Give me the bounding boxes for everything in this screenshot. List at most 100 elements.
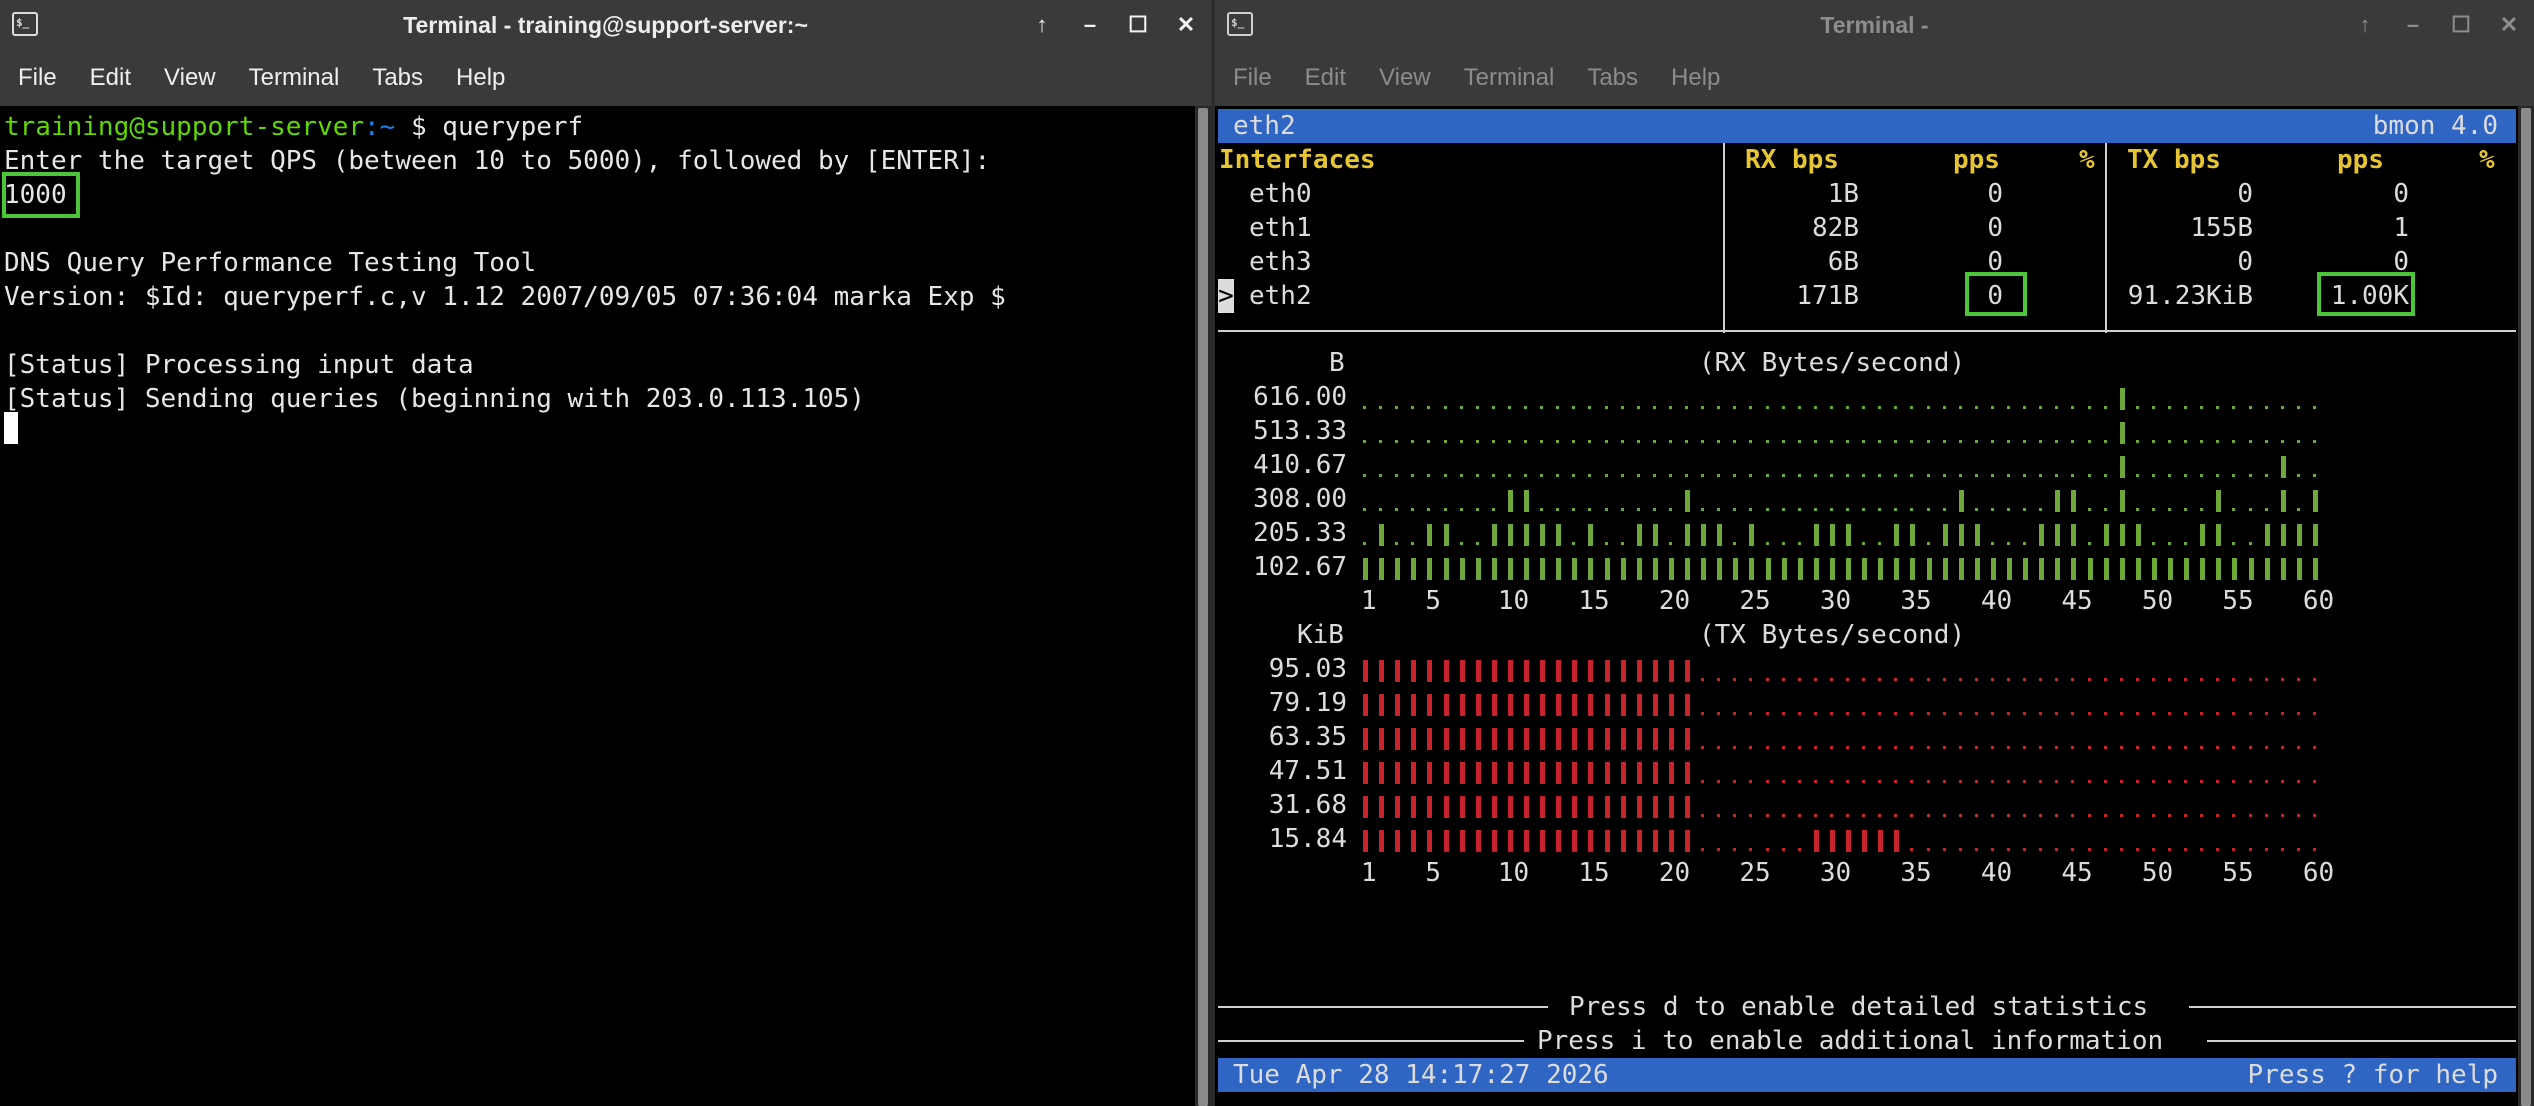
graph-x-label: 20 <box>1658 858 1691 888</box>
menu-terminal[interactable]: Terminal <box>1464 64 1555 92</box>
close-icon[interactable]: ✕ <box>2498 12 2520 37</box>
graph-cell <box>1411 474 1415 477</box>
graph-cell <box>1781 508 1785 511</box>
graph-cell <box>2168 474 2171 477</box>
graph-x-label: 5 <box>1425 586 1442 616</box>
graph-cell <box>1411 728 1417 750</box>
separator <box>1218 1040 1524 1042</box>
graph-cell <box>1910 508 1914 511</box>
terminal-window-right[interactable]: $_ Terminal - ↑ – ☐ ✕ File Edit View Ter… <box>1215 0 2534 1106</box>
graph-cell <box>1797 406 1801 409</box>
bmon-selected-interface: eth2 <box>1233 111 1296 141</box>
title-bar[interactable]: $_ Terminal - training@support-server:~ … <box>0 0 1211 50</box>
graph-cell <box>1491 508 1495 511</box>
graph-cell <box>1685 830 1690 852</box>
graph-cell <box>1765 542 1769 545</box>
graph-cell <box>1556 558 1562 580</box>
scrollbar-thumb[interactable] <box>2521 108 2531 1106</box>
menu-view[interactable]: View <box>1379 64 1431 92</box>
graph-x-label: 20 <box>1658 586 1691 616</box>
minimize-icon[interactable]: – <box>2402 12 2424 37</box>
graph-cell <box>1524 490 1529 512</box>
menu-view[interactable]: View <box>164 64 216 92</box>
graph-cell <box>1813 474 1817 477</box>
menu-help[interactable]: Help <box>1671 64 1720 92</box>
graph-x-label: 40 <box>1980 586 2013 616</box>
graph-cell <box>1846 830 1851 852</box>
graph-cell <box>1475 728 1481 750</box>
close-icon[interactable]: ✕ <box>1175 12 1197 37</box>
graph-cell <box>2200 678 2204 681</box>
graph-cell <box>1395 830 1401 852</box>
menu-edit[interactable]: Edit <box>1305 64 1346 92</box>
menu-terminal[interactable]: Terminal <box>249 64 340 92</box>
menu-tabs[interactable]: Tabs <box>372 64 423 92</box>
graph-cell <box>1685 660 1690 682</box>
graph-cell <box>2135 678 2139 681</box>
graph-cell <box>1652 524 1658 546</box>
graph-cell <box>2039 780 2043 783</box>
graph-cell <box>2055 440 2059 443</box>
bmon-version: bmon 4.0 <box>2372 111 2498 141</box>
graph-cell <box>1958 780 1962 783</box>
graph-cell <box>1797 848 1801 851</box>
menu-edit[interactable]: Edit <box>90 64 131 92</box>
graph-cell <box>1701 814 1705 817</box>
footer-detailed-hint: Press d to enable detailed statistics <box>1569 992 2149 1022</box>
graph-cell <box>2055 746 2059 749</box>
scrollbar-thumb[interactable] <box>1198 108 1208 1106</box>
title-bar[interactable]: $_ Terminal - ↑ – ☐ ✕ <box>1215 0 2534 50</box>
graph-cell <box>2248 712 2252 715</box>
menu-tabs[interactable]: Tabs <box>1587 64 1638 92</box>
graph-cell <box>1379 474 1383 477</box>
terminal-window-left[interactable]: $_ Terminal - training@support-server:~ … <box>0 0 1211 1106</box>
graph-cell <box>1958 440 1962 443</box>
prompt-command: $ queryperf <box>395 112 584 142</box>
graph-cell <box>1363 694 1368 716</box>
separator <box>2105 143 2107 333</box>
graph-cell <box>2232 848 2236 851</box>
graph-cell <box>1974 712 1978 715</box>
graph-cell <box>1829 406 1833 409</box>
graph-cell <box>1572 542 1576 545</box>
graph-cell <box>1765 440 1769 443</box>
graph-cell <box>1829 830 1835 852</box>
graph-cell <box>1846 524 1851 546</box>
graph-cell <box>1910 524 1916 546</box>
col-tx-bps: TX bps <box>2127 145 2221 175</box>
maximize-icon[interactable]: ☐ <box>2450 12 2472 37</box>
minimize-icon[interactable]: – <box>1079 12 1101 37</box>
terminal-output[interactable]: training@support-server:~ $ queryperf En… <box>0 106 1211 1106</box>
graph-cell <box>2151 814 2155 817</box>
graph-cell <box>2312 440 2316 443</box>
graph-cell <box>1459 762 1465 784</box>
scrollbar[interactable] <box>1195 106 1211 1106</box>
graph-cell <box>2168 712 2171 715</box>
graph-cell <box>2216 848 2220 851</box>
maximize-icon[interactable]: ☐ <box>1127 12 1149 37</box>
graph-cell <box>2232 542 2236 545</box>
graph-cell <box>1507 830 1513 852</box>
menu-help[interactable]: Help <box>456 64 505 92</box>
selected-row-marker: > <box>1218 279 1234 313</box>
graph-cell <box>1459 728 1465 750</box>
scrollbar[interactable] <box>2518 106 2534 1106</box>
keep-above-icon[interactable]: ↑ <box>2354 12 2376 37</box>
graph-cell <box>1926 746 1930 749</box>
graph-cell <box>2103 746 2107 749</box>
graph-cell <box>2232 712 2236 715</box>
graph-cell <box>1668 830 1674 852</box>
menu-file[interactable]: File <box>1233 64 1272 92</box>
graph-cell <box>1701 712 1705 715</box>
graph-cell <box>1652 660 1658 682</box>
graph-cell <box>1507 474 1511 477</box>
interface-name: eth0 <box>1249 179 1312 209</box>
graph-cell <box>1829 780 1833 783</box>
graph-cell <box>2119 524 2125 546</box>
graph-cell <box>1524 558 1529 580</box>
keep-above-icon[interactable]: ↑ <box>1031 12 1053 37</box>
bmon-screen[interactable]: eth2 bmon 4.0 Interfaces RX bps pps % TX… <box>1215 106 2534 1106</box>
menu-file[interactable]: File <box>18 64 57 92</box>
graph-cell <box>1958 848 1962 851</box>
graph-cell <box>1379 830 1385 852</box>
